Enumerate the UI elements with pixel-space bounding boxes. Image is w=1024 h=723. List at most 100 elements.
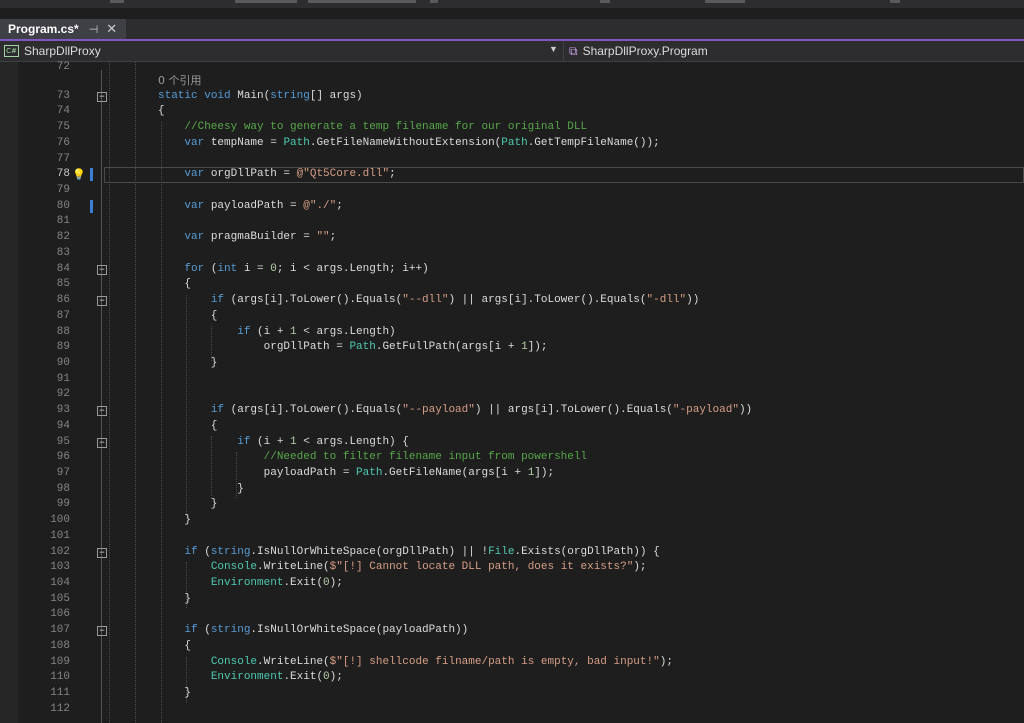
line-number: 93	[56, 404, 70, 417]
collapse-icon[interactable]: −	[97, 626, 107, 637]
code-line[interactable]: {	[158, 639, 191, 655]
indent-guide	[109, 62, 110, 723]
line-number: 84	[56, 262, 70, 275]
line-number: 92	[56, 388, 70, 401]
chevron-down-icon[interactable]: ▼	[549, 44, 558, 54]
indicator-margin	[0, 62, 18, 723]
line-number: 107	[50, 624, 70, 637]
line-number: 102	[50, 545, 70, 558]
line-number: 112	[50, 702, 70, 715]
line-number: 73	[56, 89, 70, 102]
code-line[interactable]: if (i + 1 < args.Length)	[158, 325, 395, 341]
outline-line	[101, 70, 102, 723]
code-line[interactable]: Environment.Exit(0);	[158, 670, 343, 686]
code-line[interactable]: }	[158, 592, 191, 608]
indent-guide	[135, 62, 136, 723]
line-number: 105	[50, 592, 70, 605]
code-line[interactable]: }	[158, 513, 191, 529]
project-dropdown[interactable]: C# SharpDllProxy	[4, 42, 564, 60]
collapse-icon[interactable]: −	[97, 547, 107, 558]
class-name: SharpDllProxy.Program	[582, 44, 708, 58]
code-line[interactable]: {	[158, 277, 191, 293]
code-line[interactable]: var pragmaBuilder = "";	[158, 230, 336, 246]
line-number: 83	[56, 246, 70, 259]
code-line[interactable]: //Needed to filter filename input from p…	[158, 450, 587, 466]
line-number: 81	[56, 215, 70, 228]
tab-title: Program.cs*	[8, 22, 79, 36]
change-marker	[90, 199, 93, 213]
code-line[interactable]: Environment.Exit(0);	[158, 576, 343, 592]
code-line[interactable]: if (string.IsNullOrWhiteSpace(orgDllPath…	[158, 545, 659, 561]
class-icon: ⧉	[569, 43, 578, 58]
close-icon[interactable]: ✕	[106, 21, 117, 37]
change-marker	[90, 168, 93, 182]
code-line[interactable]: Console.WriteLine($"[!] Cannot locate DL…	[158, 560, 647, 576]
line-number: 97	[56, 467, 70, 479]
code-line[interactable]: orgDllPath = Path.GetFullPath(args[i + 1…	[158, 340, 548, 356]
code-line[interactable]: static void Main(string[] args)	[158, 89, 363, 105]
line-number: 100	[50, 514, 70, 527]
line-number: 109	[50, 655, 70, 668]
code-line[interactable]: {	[158, 104, 165, 120]
line-number: 87	[56, 309, 70, 322]
code-line[interactable]: var tempName = Path.GetFileNameWithoutEx…	[158, 136, 659, 152]
line-number: 99	[56, 498, 70, 511]
line-number: 88	[56, 325, 70, 338]
line-number: 82	[56, 231, 70, 244]
code-line[interactable]: for (int i = 0; i < args.Length; i++)	[158, 262, 428, 278]
line-number: 103	[50, 561, 70, 574]
line-number: 78	[56, 168, 70, 181]
line-number: 77	[56, 152, 70, 165]
code-line[interactable]: var orgDllPath = @"Qt5Core.dll";	[158, 167, 395, 183]
line-number: 72	[56, 61, 70, 73]
line-number: 110	[50, 671, 70, 684]
code-line[interactable]: payloadPath = Path.GetFileName(args[i + …	[158, 466, 555, 482]
line-number: 104	[50, 577, 70, 590]
line-number: 91	[56, 372, 70, 385]
lightbulb-icon[interactable]: 💡	[72, 168, 86, 181]
line-number: 74	[56, 105, 70, 118]
line-number: 76	[56, 136, 70, 149]
line-number: 89	[56, 341, 70, 354]
code-line[interactable]: var payloadPath = @"./";	[158, 199, 342, 215]
collapse-icon[interactable]: −	[97, 296, 107, 307]
line-number: 96	[56, 451, 70, 464]
code-line[interactable]: if (args[i].ToLower().Equals("--payload"…	[158, 403, 752, 419]
project-name: SharpDllProxy	[24, 44, 101, 58]
tab-program-cs[interactable]: Program.cs* ⊣ ✕	[0, 19, 126, 39]
code-line[interactable]: if (args[i].ToLower().Equals("--dll") ||…	[158, 293, 700, 309]
menu-toolbar-strip	[0, 0, 1024, 8]
line-number: 90	[56, 356, 70, 369]
line-number: 79	[56, 184, 70, 197]
collapse-icon[interactable]: −	[97, 91, 107, 102]
navigation-bar: C# SharpDllProxy ▼ ⧉ SharpDllProxy.Progr…	[0, 41, 1024, 62]
collapse-icon[interactable]: −	[97, 264, 107, 275]
line-number: 94	[56, 419, 70, 432]
code-line[interactable]: }	[158, 482, 244, 498]
code-line[interactable]: if (i + 1 < args.Length) {	[158, 435, 409, 451]
line-number: 101	[50, 529, 70, 542]
code-line[interactable]: }	[158, 497, 218, 513]
code-line[interactable]: {	[158, 419, 218, 435]
code-editor[interactable]: 0 个引用 72 73 − static void Main(string[] arg…	[0, 61, 1024, 723]
collapse-icon[interactable]: −	[97, 406, 107, 417]
code-line[interactable]: }	[158, 356, 218, 372]
pin-icon[interactable]: ⊣	[89, 23, 99, 36]
collapse-icon[interactable]: −	[97, 437, 107, 448]
line-number: 85	[56, 278, 70, 291]
code-line[interactable]: if (string.IsNullOrWhiteSpace(payloadPat…	[158, 623, 468, 639]
line-number: 98	[56, 482, 70, 495]
line-number: 111	[50, 687, 70, 700]
class-dropdown[interactable]: ⧉ SharpDllProxy.Program	[569, 42, 708, 60]
line-number: 108	[50, 639, 70, 652]
code-line[interactable]: }	[158, 686, 191, 702]
line-number: 86	[56, 294, 70, 307]
code-line[interactable]: //Cheesy way to generate a temp filename…	[158, 120, 587, 136]
line-number: 106	[50, 608, 70, 621]
line-number: 95	[56, 435, 70, 448]
codelens-references[interactable]: 0 个引用	[158, 73, 202, 89]
code-line[interactable]: {	[158, 309, 218, 325]
code-line[interactable]: Console.WriteLine($"[!] shellcode filnam…	[158, 655, 673, 671]
nav-divider	[563, 41, 564, 61]
document-tab-bar: Program.cs* ⊣ ✕	[0, 19, 1024, 41]
